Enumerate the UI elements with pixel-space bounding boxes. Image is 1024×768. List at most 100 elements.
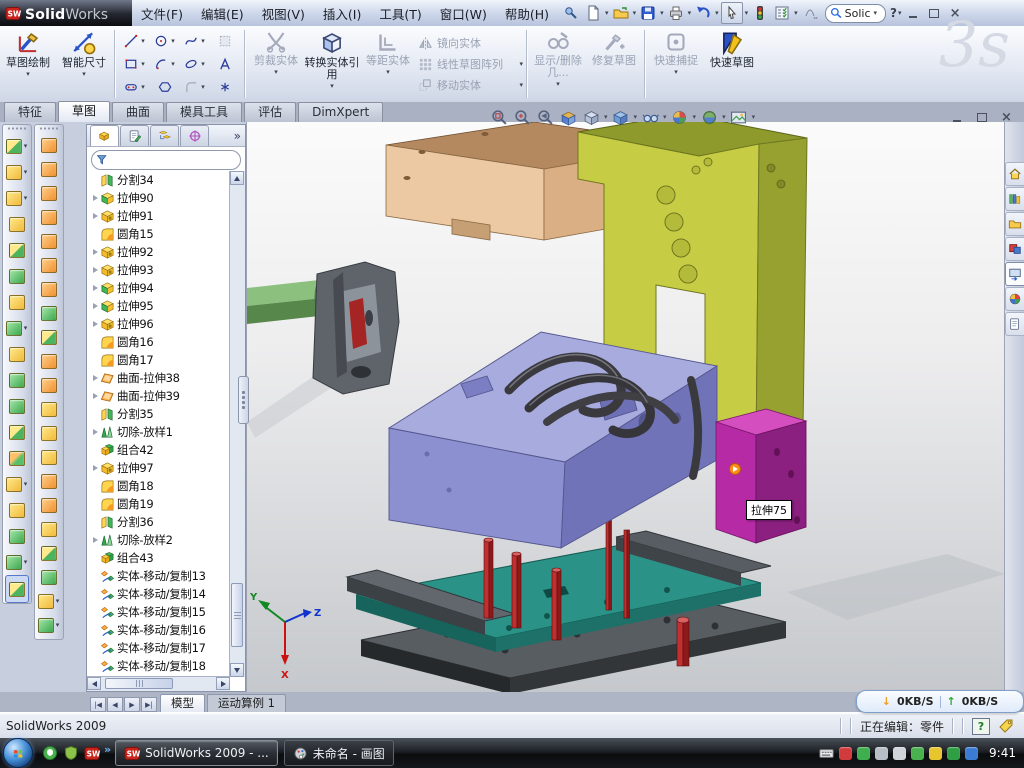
- quick-tips-button[interactable]: ?: [972, 718, 990, 735]
- menu-W[interactable]: 窗口(W): [431, 1, 496, 26]
- more-icon[interactable]: [800, 3, 820, 23]
- slot-button[interactable]: ▾: [120, 76, 150, 99]
- dropdown-arrow-icon[interactable]: ▾: [634, 113, 638, 121]
- linear-pattern-button[interactable]: ▾: [3, 315, 31, 341]
- move-copy-body-button[interactable]: [3, 445, 31, 471]
- cmd-display-delete-relations-button[interactable]: 显示/删除几...▾: [530, 26, 586, 102]
- dropdown-arrow-icon[interactable]: ▾: [141, 37, 145, 45]
- shell-button[interactable]: [3, 237, 31, 263]
- expand-arrow-icon[interactable]: [90, 249, 100, 255]
- display-style-icon[interactable]: [611, 107, 631, 127]
- cmd-mirror-entities-button[interactable]: 镜向实体: [416, 33, 524, 54]
- featuremanager-design-tree-tab[interactable]: [90, 125, 119, 146]
- minimize-button[interactable]: [905, 6, 922, 21]
- swept-surface-button[interactable]: [35, 133, 63, 157]
- dropdown-arrow-icon[interactable]: ▾: [722, 113, 726, 121]
- tree-item[interactable]: 分割36: [90, 513, 230, 531]
- tab-nav-next-button[interactable]: ▶: [124, 697, 140, 712]
- cylinder-button[interactable]: [35, 565, 63, 589]
- menu-I[interactable]: 插入(I): [314, 1, 370, 26]
- combine-button[interactable]: [3, 419, 31, 445]
- new-file-icon[interactable]: [583, 3, 603, 23]
- pattern-button[interactable]: [3, 367, 31, 393]
- tree-item[interactable]: 切除-放样1: [90, 423, 230, 441]
- pin-icon[interactable]: [561, 3, 581, 23]
- dome-button[interactable]: [35, 517, 63, 541]
- tree-item[interactable]: 拉伸95: [90, 297, 230, 315]
- tab-nav-prev-button[interactable]: ◀: [107, 697, 123, 712]
- dropdown-arrow-icon[interactable]: ▾: [604, 113, 608, 121]
- view-settings-icon[interactable]: [729, 107, 749, 127]
- select-icon[interactable]: [721, 2, 743, 24]
- spline-green-button[interactable]: ▾: [35, 613, 63, 637]
- print-icon[interactable]: [666, 3, 686, 23]
- tree-item[interactable]: 实体-移动/复制14: [90, 585, 230, 603]
- dropdown-arrow-icon[interactable]: ▾: [24, 480, 28, 488]
- previous-view-icon[interactable]: [535, 107, 555, 127]
- dropdown-arrow-icon[interactable]: ▾: [56, 621, 60, 629]
- appearances-scenes-tab[interactable]: [1005, 287, 1024, 311]
- cmd-repair-sketch-button[interactable]: 修复草图: [586, 26, 642, 102]
- tree-item[interactable]: 拉伸97: [90, 459, 230, 477]
- tab-DimXpert[interactable]: DimXpert: [298, 102, 383, 122]
- fill-surface-button[interactable]: [35, 229, 63, 253]
- extend-surface-button[interactable]: [35, 205, 63, 229]
- antivirus-tray-icon[interactable]: [839, 747, 852, 760]
- doc-restore-button[interactable]: [973, 110, 990, 125]
- tree-item[interactable]: 分割35: [90, 405, 230, 423]
- dropdown-arrow-icon[interactable]: ▾: [794, 9, 798, 17]
- dimxpertmanager-tab[interactable]: [180, 125, 209, 146]
- menu-E[interactable]: 编辑(E): [192, 1, 253, 26]
- tree-item[interactable]: 分割34: [90, 171, 230, 189]
- dropdown-arrow-icon[interactable]: ▾: [605, 9, 609, 17]
- dropdown-arrow-icon[interactable]: ▾: [274, 68, 278, 76]
- expand-arrow-icon[interactable]: [90, 393, 100, 399]
- dropdown-arrow-icon[interactable]: ▾: [141, 83, 145, 91]
- propertymanager-tab[interactable]: [120, 125, 149, 146]
- expand-arrow-icon[interactable]: [90, 429, 100, 435]
- cmd-smart-dimension-button[interactable]: 智能尺寸▾: [56, 26, 112, 102]
- dropdown-arrow-icon[interactable]: ▾: [201, 60, 205, 68]
- planar-surface-button[interactable]: [35, 277, 63, 301]
- network-tray-icon[interactable]: [911, 747, 924, 760]
- ruled-surface-button[interactable]: [35, 493, 63, 517]
- dropdown-arrow-icon[interactable]: ▾: [693, 113, 697, 121]
- expand-arrow-icon[interactable]: [90, 267, 100, 273]
- sync-tray-icon[interactable]: [965, 747, 978, 760]
- options-icon[interactable]: [772, 3, 792, 23]
- trim-surface-button[interactable]: [35, 181, 63, 205]
- view-palette-tab[interactable]: [1005, 262, 1024, 286]
- dropdown-arrow-icon[interactable]: ▾: [663, 113, 667, 121]
- boss-button[interactable]: [3, 497, 31, 523]
- tab-评估[interactable]: 评估: [244, 102, 296, 122]
- graphics-viewport[interactable]: X Y Z: [246, 122, 1004, 692]
- wrap-button[interactable]: [3, 289, 31, 315]
- dropdown-arrow-icon[interactable]: ▾: [688, 9, 692, 17]
- tree-item[interactable]: 拉伸96: [90, 315, 230, 333]
- guard-tray-icon[interactable]: [947, 747, 960, 760]
- dropdown-arrow-icon[interactable]: ▾: [674, 68, 678, 76]
- scroll-right-button[interactable]: [216, 677, 230, 690]
- dropdown-arrow-icon[interactable]: ▾: [24, 168, 28, 176]
- tree-item[interactable]: 实体-移动/复制13: [90, 567, 230, 585]
- language-keyboard-icon[interactable]: [819, 746, 834, 761]
- view-orientation-icon[interactable]: [581, 107, 601, 127]
- dropdown-arrow-icon[interactable]: ▾: [519, 60, 523, 68]
- panel-splitter-handle[interactable]: [238, 376, 249, 424]
- tree-item[interactable]: 圆角15: [90, 225, 230, 243]
- dropdown-arrow-icon[interactable]: ▾: [556, 80, 560, 88]
- tree-item[interactable]: 实体-移动/复制16: [90, 621, 230, 639]
- menu-T[interactable]: 工具(T): [370, 1, 430, 26]
- scroll-up-button[interactable]: [230, 171, 244, 185]
- expand-arrow-icon[interactable]: [90, 285, 100, 291]
- dropdown-arrow-icon[interactable]: ▾: [171, 37, 175, 45]
- dropdown-arrow-icon[interactable]: ▾: [171, 60, 175, 68]
- sketch-fillet-button[interactable]: ▾: [180, 76, 210, 99]
- quick-launch-overflow-button[interactable]: »: [104, 743, 111, 756]
- tag-icon[interactable]: [998, 718, 1014, 734]
- restore-button[interactable]: [926, 6, 943, 21]
- tree-item[interactable]: 切除-放样2: [90, 531, 230, 549]
- cmd-convert-entities-button[interactable]: 转换实体引用▾: [304, 26, 360, 102]
- configurationmanager-tab[interactable]: [150, 125, 179, 146]
- open-icon[interactable]: [611, 3, 631, 23]
